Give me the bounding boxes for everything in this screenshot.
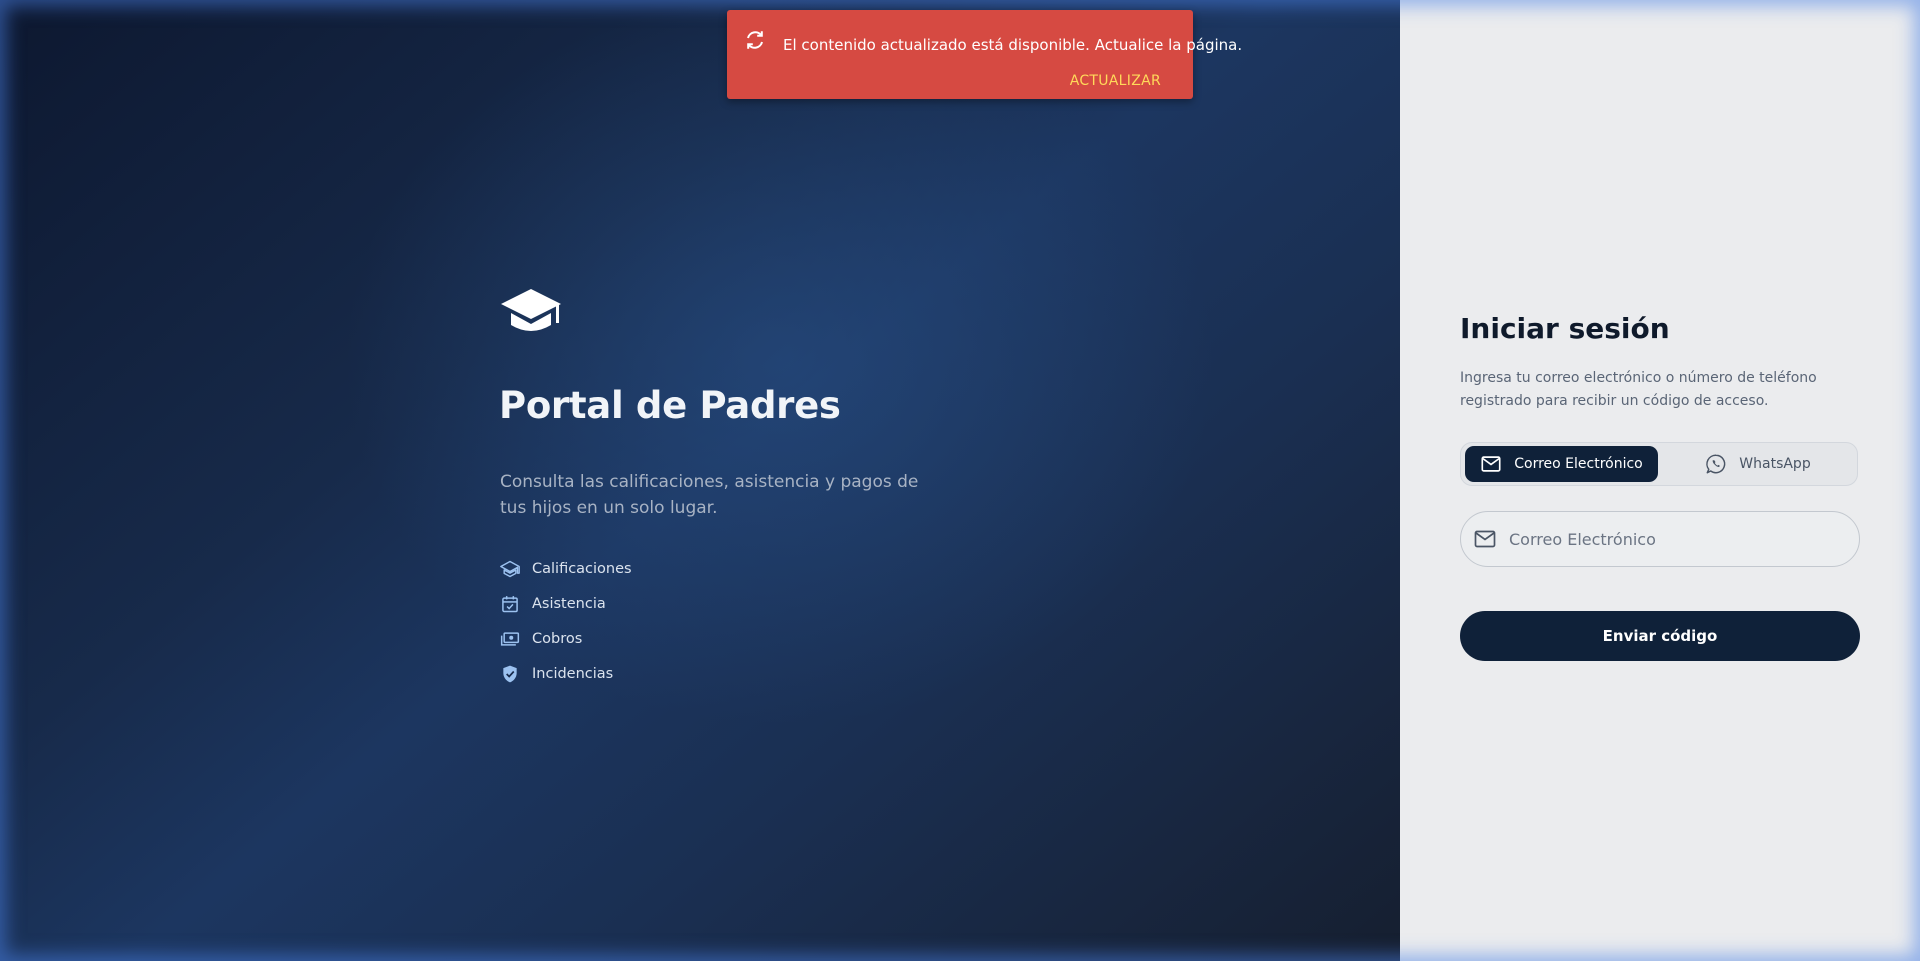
feature-label: Asistencia	[532, 595, 606, 612]
shield-check-icon	[503, 665, 517, 682]
email-field	[1460, 511, 1860, 567]
login-method-toggle: Correo Electrónico WhatsApp	[1460, 442, 1858, 486]
feature-item-calificaciones: Calificaciones	[500, 551, 632, 586]
portal-title: Portal de Padres	[499, 384, 841, 427]
feature-item-cobros: Cobros	[500, 621, 632, 656]
whatsapp-icon	[1706, 454, 1726, 474]
feature-item-asistencia: Asistencia	[500, 586, 632, 621]
toast-message: El contenido actualizado está disponible…	[783, 36, 1243, 54]
calendar-check-icon	[502, 595, 518, 612]
feature-label: Cobros	[532, 630, 583, 647]
update-toast: El contenido actualizado está disponible…	[727, 10, 1242, 99]
method-option-email[interactable]: Correo Electrónico	[1465, 446, 1658, 482]
portal-description: Consulta las calificaciones, asistencia …	[500, 472, 919, 518]
login-title: Iniciar sesión	[1460, 312, 1670, 345]
method-option-label: WhatsApp	[1739, 456, 1811, 472]
feature-label: Incidencias	[532, 665, 614, 682]
feature-list: Calificaciones Asistencia Cobros Inciden…	[500, 551, 632, 691]
refresh-icon	[747, 31, 763, 49]
email-input[interactable]	[1507, 512, 1841, 567]
hero-panel: Portal de Padres Consulta las calificaci…	[0, 0, 1400, 961]
method-option-whatsapp[interactable]: WhatsApp	[1662, 446, 1854, 482]
school-icon	[500, 560, 520, 577]
graduation-cap-icon	[501, 289, 561, 331]
feature-label: Calificaciones	[532, 560, 632, 577]
feature-item-incidencias: Incidencias	[500, 656, 632, 691]
mail-icon	[1474, 530, 1496, 548]
method-option-label: Correo Electrónico	[1514, 456, 1643, 472]
login-subtitle: Ingresa tu correo electrónico o número d…	[1460, 370, 1817, 409]
payments-icon	[500, 631, 520, 646]
mail-icon	[1481, 456, 1501, 472]
update-button[interactable]: ACTUALIZAR	[1070, 73, 1161, 89]
send-code-button[interactable]: Enviar código	[1460, 611, 1860, 661]
